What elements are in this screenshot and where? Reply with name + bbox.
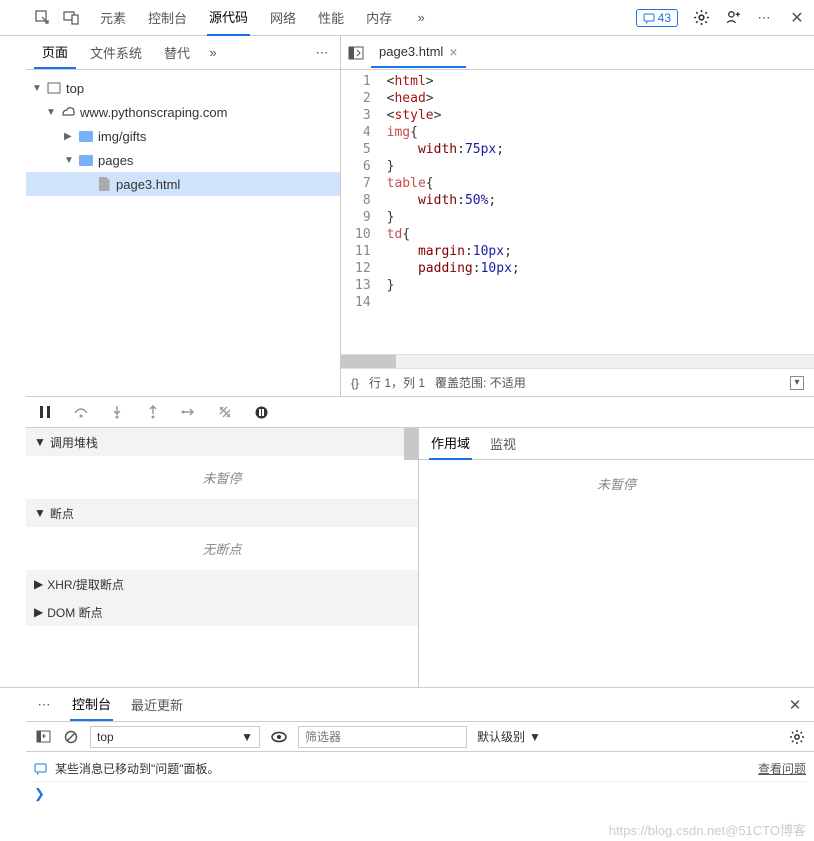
- more-tabs-icon[interactable]: »: [412, 9, 430, 27]
- scope-tab[interactable]: 作用域: [429, 427, 472, 460]
- more-icon[interactable]: ⋯: [756, 9, 774, 27]
- toggle-navigator-icon[interactable]: [347, 44, 365, 62]
- nav-tab-page[interactable]: 页面: [34, 36, 76, 69]
- main-toolbar: 元素 控制台 源代码 网络 性能 内存 » 43 ⋯ ✕: [0, 0, 814, 36]
- step-icon[interactable]: [180, 403, 198, 421]
- watch-tab[interactable]: 监视: [488, 428, 518, 459]
- live-expression-icon[interactable]: [270, 728, 288, 746]
- scope-tabs: 作用域 监视: [419, 428, 814, 460]
- line-gutter: 1234567891011121314: [341, 70, 381, 354]
- step-into-icon[interactable]: [108, 403, 126, 421]
- drawer-close-icon[interactable]: ✕: [786, 696, 804, 714]
- editor-tabs: page3.html ×: [341, 36, 814, 70]
- dbg-v-scrollbar[interactable]: [404, 428, 418, 460]
- console-message-link[interactable]: 查看问题: [758, 760, 806, 777]
- step-out-icon[interactable]: [144, 403, 162, 421]
- account-icon[interactable]: [724, 9, 742, 27]
- tree-folder-pages[interactable]: ▼ pages: [26, 148, 340, 172]
- editor-panel: page3.html × 1234567891011121314 <html><…: [341, 36, 814, 396]
- dom-header[interactable]: ▶DOM 断点: [26, 598, 418, 626]
- filter-input[interactable]: [298, 726, 467, 748]
- tab-performance[interactable]: 性能: [316, 0, 346, 35]
- callstack-header[interactable]: ▼调用堆栈: [26, 428, 418, 456]
- drawer-menu-icon[interactable]: ⋯: [36, 696, 54, 714]
- cursor-position: 行 1，列 1: [369, 374, 425, 391]
- context-selector[interactable]: top▼: [90, 726, 260, 748]
- inspect-icon[interactable]: [34, 9, 52, 27]
- debugger-left: ▼调用堆栈 未暂停 ▼断点 无断点 ▶XHR/提取断点 ▶DOM 断点: [26, 428, 419, 687]
- device-icon[interactable]: [62, 9, 80, 27]
- level-selector[interactable]: 默认级别▼: [477, 728, 541, 745]
- messages-count: 43: [658, 11, 671, 25]
- console-filter-bar: top▼ 默认级别▼: [26, 722, 814, 752]
- tree-domain-label: www.pythonscraping.com: [80, 105, 227, 120]
- breakpoints-header[interactable]: ▼断点: [26, 499, 418, 527]
- drawer-tab-recent[interactable]: 最近更新: [129, 689, 185, 720]
- drawer-tab-console[interactable]: 控制台: [70, 688, 113, 721]
- devtools-tabs: 元素 控制台 源代码 网络 性能 内存 »: [98, 0, 430, 36]
- message-icon: [34, 762, 47, 775]
- watermark: https://blog.csdn.net@51CTO博客: [609, 820, 806, 839]
- file-tree: ▼ top ▼ www.pythonscraping.com ▶ img/gif…: [26, 70, 340, 396]
- tab-network[interactable]: 网络: [268, 0, 298, 35]
- pause-exceptions-icon[interactable]: [252, 403, 270, 421]
- pretty-print-icon[interactable]: {}: [351, 376, 359, 390]
- tab-memory[interactable]: 内存: [364, 0, 394, 35]
- toggle-icon[interactable]: ▾: [790, 376, 804, 390]
- console-output: 某些消息已移动到"问题"面板。 查看问题 ❯: [26, 752, 814, 810]
- debugger-right: 作用域 监视 未暂停: [419, 428, 814, 687]
- callstack-body: 未暂停: [26, 456, 418, 499]
- tree-file-label: page3.html: [116, 177, 180, 192]
- tab-sources[interactable]: 源代码: [207, 0, 250, 36]
- pause-icon[interactable]: [36, 403, 54, 421]
- breakpoints-body: 无断点: [26, 527, 418, 570]
- tree-folder-img[interactable]: ▶ img/gifts: [26, 124, 340, 148]
- debugger-toolbar: [26, 396, 814, 428]
- step-over-icon[interactable]: [72, 403, 90, 421]
- console-drawer-tabs: ⋯ 控制台 最近更新 ✕: [26, 688, 814, 722]
- nav-more-icon[interactable]: »: [204, 44, 222, 62]
- console-message-text: 某些消息已移动到"问题"面板。: [55, 760, 220, 777]
- tree-domain[interactable]: ▼ www.pythonscraping.com: [26, 100, 340, 124]
- editor-h-scrollbar[interactable]: [341, 354, 814, 368]
- close-icon[interactable]: ✕: [788, 9, 806, 27]
- scope-body: 未暂停: [419, 460, 814, 507]
- console-sidebar-icon[interactable]: [34, 728, 52, 746]
- tab-console[interactable]: 控制台: [146, 0, 189, 35]
- nav-tab-filesystem[interactable]: 文件系统: [82, 37, 150, 68]
- nav-menu-icon[interactable]: ⋯: [314, 44, 332, 62]
- navigator-panel: 页面 文件系统 替代 » ⋯ ▼ top ▼ www.pythonscrapin…: [26, 36, 341, 396]
- xhr-header[interactable]: ▶XHR/提取断点: [26, 570, 418, 598]
- gear-icon[interactable]: [692, 9, 710, 27]
- deactivate-breakpoints-icon[interactable]: [216, 403, 234, 421]
- code-editor[interactable]: 1234567891011121314 <html><head><style>i…: [341, 70, 814, 354]
- nav-tab-overrides[interactable]: 替代: [156, 37, 198, 68]
- console-prompt[interactable]: ❯: [34, 782, 806, 806]
- console-message-row: 某些消息已移动到"问题"面板。 查看问题: [34, 756, 806, 782]
- debugger-panes: ▼调用堆栈 未暂停 ▼断点 无断点 ▶XHR/提取断点 ▶DOM 断点 作用域 …: [0, 428, 814, 688]
- tree-top[interactable]: ▼ top: [26, 76, 340, 100]
- clear-console-icon[interactable]: [62, 728, 80, 746]
- console-gear-icon[interactable]: [788, 728, 806, 746]
- tab-elements[interactable]: 元素: [98, 0, 128, 35]
- navigator-tabs: 页面 文件系统 替代 » ⋯: [26, 36, 340, 70]
- tree-folder-img-label: img/gifts: [98, 129, 146, 144]
- tree-folder-pages-label: pages: [98, 153, 133, 168]
- file-tab-label: page3.html: [379, 44, 443, 59]
- editor-status: {} 行 1，列 1 覆盖范围: 不适用 ▾: [341, 368, 814, 396]
- tree-top-label: top: [66, 81, 84, 96]
- file-tab-close-icon[interactable]: ×: [449, 44, 457, 60]
- coverage-label: 覆盖范围: 不适用: [435, 374, 526, 391]
- file-tab-page3[interactable]: page3.html ×: [371, 38, 466, 68]
- sources-panel: 页面 文件系统 替代 » ⋯ ▼ top ▼ www.pythonscrapin…: [0, 36, 814, 396]
- code-content: <html><head><style>img{ width:75px;}tabl…: [381, 70, 814, 354]
- tree-file-page3[interactable]: page3.html: [26, 172, 340, 196]
- messages-badge[interactable]: 43: [636, 9, 678, 27]
